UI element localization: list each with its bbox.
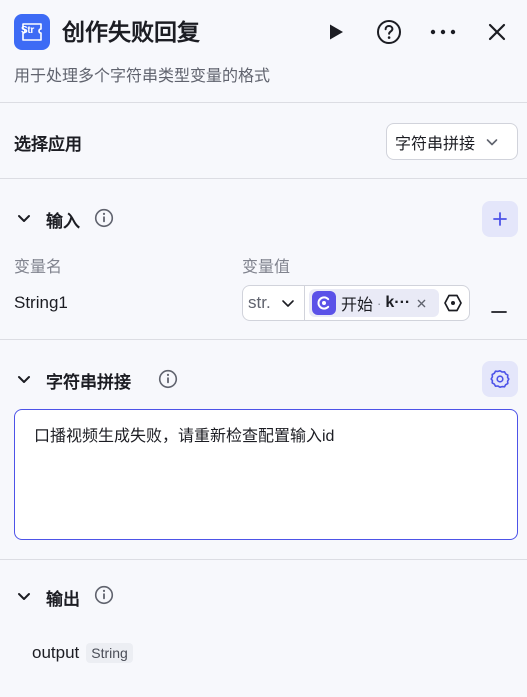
variable-name-header: 变量名 [14, 259, 63, 276]
output-section-title: 输出 [46, 590, 80, 609]
input-collapse-toggle[interactable] [14, 208, 34, 228]
help-button[interactable] [371, 14, 407, 50]
plus-icon [493, 212, 507, 226]
app-icon-label: Str [21, 25, 34, 36]
chevron-down-icon [486, 138, 498, 145]
output-item: output String [32, 643, 133, 663]
type-select[interactable]: str. [243, 286, 305, 320]
divider [0, 102, 527, 103]
remove-variable-button[interactable] [491, 301, 507, 313]
concat-template-input[interactable]: 口播视频生成失败，请重新检查配置输入id [14, 409, 518, 540]
divider [0, 178, 527, 179]
concat-collapse-toggle[interactable] [14, 369, 34, 389]
app-select[interactable]: 字符串拼接 [386, 123, 518, 160]
chevron-down-icon [281, 300, 294, 307]
divider [0, 559, 527, 560]
info-icon[interactable] [94, 585, 114, 605]
variable-value-header: 变量值 [242, 259, 291, 276]
gear-icon [490, 370, 510, 388]
close-icon [488, 23, 506, 41]
concat-settings-button[interactable] [482, 361, 518, 397]
node-title[interactable]: 创作失败回复 [62, 16, 200, 48]
ref-variable-label: k··· [385, 294, 411, 311]
output-collapse-toggle[interactable] [14, 586, 34, 606]
question-circle-icon [377, 20, 401, 44]
ref-separator: · [377, 295, 382, 311]
chevron-down-icon [18, 376, 30, 383]
minus-icon [491, 311, 507, 313]
input-section-title: 输入 [46, 212, 80, 231]
variable-value-field[interactable]: str. 开始 · k··· [242, 285, 470, 321]
variable-reference-chip[interactable]: 开始 · k··· [309, 289, 439, 317]
divider [0, 339, 527, 340]
node-header: Str 创作失败回复 用于处理多个字符串类型变量的格式 [0, 0, 527, 103]
type-select-value: str. [248, 293, 271, 312]
more-dots-icon [430, 29, 456, 35]
variable-picker-icon [444, 294, 462, 312]
chevron-down-icon [18, 215, 30, 222]
play-icon [330, 24, 343, 40]
run-button[interactable] [318, 14, 354, 50]
string-node-icon: Str [14, 14, 50, 50]
chevron-down-icon [18, 593, 30, 600]
variable-name-field[interactable]: String1 [14, 293, 68, 313]
start-node-icon [312, 291, 336, 315]
concat-section-title: 字符串拼接 [46, 373, 131, 392]
select-app-label: 选择应用 [14, 135, 82, 154]
remove-reference-icon[interactable] [417, 299, 426, 308]
close-button[interactable] [479, 14, 515, 50]
variable-picker-button[interactable] [443, 293, 463, 313]
output-name: output [32, 643, 80, 662]
output-type-badge: String [86, 643, 133, 663]
more-button[interactable] [425, 14, 461, 50]
info-icon[interactable] [158, 369, 178, 389]
app-select-value: 字符串拼接 [395, 135, 476, 153]
node-description: 用于处理多个字符串类型变量的格式 [14, 68, 271, 85]
info-icon[interactable] [94, 208, 114, 228]
ref-source-label: 开始 [341, 297, 374, 314]
add-input-button[interactable] [482, 201, 518, 237]
